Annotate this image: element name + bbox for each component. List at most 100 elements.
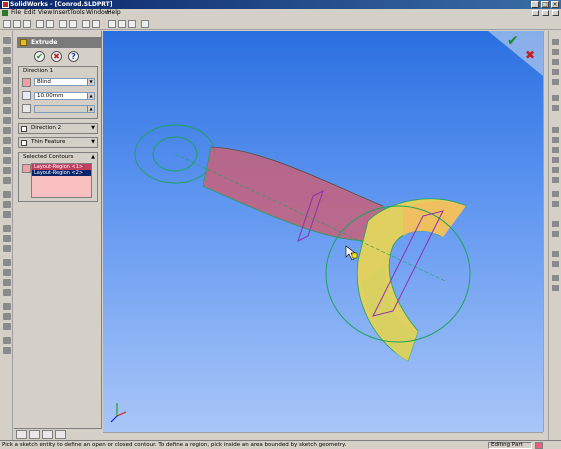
menu-edit[interactable]: Edit <box>24 10 36 16</box>
hole-icon[interactable] <box>3 177 11 184</box>
extend-icon[interactable] <box>552 137 559 143</box>
chevron-down-icon[interactable]: ▼ <box>87 79 94 85</box>
circle-icon[interactable] <box>552 59 559 65</box>
sketch-line-icon[interactable] <box>552 39 559 45</box>
open-icon[interactable] <box>13 20 21 28</box>
axis-icon[interactable] <box>3 269 11 276</box>
graphics-area[interactable]: ✔ ✖ <box>103 31 543 432</box>
grid-snap-icon[interactable] <box>552 275 559 281</box>
sketch-icon[interactable] <box>3 37 11 44</box>
rib-icon[interactable] <box>3 147 11 154</box>
intersection-curve-icon[interactable] <box>552 261 559 267</box>
feature-manager-tab-icon[interactable] <box>16 430 27 439</box>
linear-pattern-icon[interactable] <box>552 191 559 197</box>
rebuild-icon[interactable] <box>128 20 136 28</box>
helix-icon[interactable] <box>3 323 11 330</box>
cut-loft-icon[interactable] <box>3 117 11 124</box>
undo-icon[interactable] <box>59 20 67 28</box>
convert-entities-icon[interactable] <box>552 251 559 257</box>
confirm-ok-icon[interactable]: ✔ <box>507 33 519 49</box>
ok-button[interactable]: ✔ <box>34 51 45 62</box>
spline-icon[interactable] <box>552 79 559 85</box>
dimxpert-tab-icon[interactable] <box>55 430 66 439</box>
undo-dropdown-icon[interactable] <box>69 20 77 28</box>
cut-extrude-icon[interactable] <box>3 87 11 94</box>
revolve-icon[interactable] <box>3 57 11 64</box>
depth-spinbox[interactable]: 10.00mm ▲ <box>34 92 95 100</box>
spin-arrows-icon[interactable]: ▲ <box>87 106 94 112</box>
fillet-icon[interactable] <box>3 127 11 134</box>
reverse-direction-icon[interactable] <box>22 78 31 87</box>
new-icon[interactable] <box>3 20 11 28</box>
menu-insert[interactable]: Insert <box>53 10 70 16</box>
pattern-icon[interactable] <box>3 191 11 198</box>
draft-angle-spinbox[interactable]: ▲ <box>34 105 95 113</box>
menu-tools[interactable]: Tools <box>70 10 85 16</box>
model-viewport[interactable]: ✔ ✖ <box>103 31 543 432</box>
mirror-entities-icon[interactable] <box>552 157 559 163</box>
contours-list[interactable]: Layout-Region <1> Layout-Region <2> <box>31 163 92 198</box>
menu-help[interactable]: Help <box>107 10 121 16</box>
relations-icon[interactable] <box>552 221 559 227</box>
print-preview-icon[interactable] <box>46 20 54 28</box>
doc-restore-button[interactable] <box>542 10 549 16</box>
doc-close-button[interactable] <box>552 10 559 16</box>
sweep-icon[interactable] <box>3 67 11 74</box>
shell-icon[interactable] <box>3 157 11 164</box>
menu-file[interactable]: File <box>11 10 21 16</box>
shape-icon[interactable] <box>3 235 11 242</box>
minimize-button[interactable]: _ <box>531 1 539 8</box>
print-icon[interactable] <box>36 20 44 28</box>
configuration-manager-tab-icon[interactable] <box>42 430 53 439</box>
dimension-icon[interactable] <box>552 231 559 237</box>
direction1-header[interactable]: Direction 1 <box>19 67 97 76</box>
deform-icon[interactable] <box>3 245 11 252</box>
centerline-icon[interactable] <box>552 105 559 111</box>
maximize-button[interactable]: □ <box>541 1 549 8</box>
chevron-down-icon[interactable]: ▼ <box>91 139 95 146</box>
trim-icon[interactable] <box>552 127 559 133</box>
fillet-sketch-icon[interactable] <box>552 167 559 173</box>
draft-icon[interactable] <box>3 167 11 174</box>
chamfer-icon[interactable] <box>3 137 11 144</box>
repair-sketch-icon[interactable] <box>552 285 559 291</box>
confirm-cancel-icon[interactable]: ✖ <box>525 48 535 62</box>
cancel-button[interactable]: ✖ <box>51 51 62 62</box>
loft-icon[interactable] <box>3 77 11 84</box>
circular-sketch-pattern-icon[interactable] <box>552 201 559 207</box>
rectangle-icon[interactable] <box>552 49 559 55</box>
property-manager-tab-icon[interactable] <box>29 430 40 439</box>
split-line-icon[interactable] <box>3 313 11 320</box>
plane-icon[interactable] <box>3 259 11 266</box>
coordinate-system-icon[interactable] <box>3 279 11 286</box>
direction2-header[interactable]: Direction 2 <box>27 124 97 133</box>
arc-icon[interactable] <box>552 69 559 75</box>
end-condition-select[interactable]: Blind ▼ <box>34 78 95 86</box>
mirror-icon[interactable] <box>3 211 11 218</box>
contour-item[interactable]: Layout-Region <2> <box>32 170 91 176</box>
surface-icon[interactable] <box>3 337 11 344</box>
chevron-up-icon[interactable]: ▲ <box>91 154 95 161</box>
redo-dropdown-icon[interactable] <box>92 20 100 28</box>
offset-icon[interactable] <box>552 147 559 153</box>
cut-sweep-icon[interactable] <box>3 107 11 114</box>
extrude-icon[interactable] <box>3 47 11 54</box>
help-button[interactable]: ? <box>68 51 79 62</box>
circular-pattern-icon[interactable] <box>3 201 11 208</box>
grid-icon[interactable] <box>118 20 126 28</box>
cut-revolve-icon[interactable] <box>3 97 11 104</box>
selected-contours-header[interactable]: Selected Contours <box>19 153 97 162</box>
doc-minimize-button[interactable] <box>532 10 539 16</box>
offset-surface-icon[interactable] <box>3 347 11 354</box>
dome-icon[interactable] <box>3 225 11 232</box>
spin-arrows-icon[interactable]: ▲ <box>87 93 94 99</box>
horizontal-scrollbar[interactable] <box>103 432 543 438</box>
save-icon[interactable] <box>23 20 31 28</box>
menu-view[interactable]: View <box>38 10 52 16</box>
draft-toggle-icon[interactable] <box>22 104 31 113</box>
point-icon[interactable] <box>3 289 11 296</box>
chamfer-sketch-icon[interactable] <box>552 177 559 183</box>
redo-icon[interactable] <box>82 20 90 28</box>
help-status-icon[interactable] <box>535 442 543 449</box>
point-tool-icon[interactable] <box>552 95 559 101</box>
